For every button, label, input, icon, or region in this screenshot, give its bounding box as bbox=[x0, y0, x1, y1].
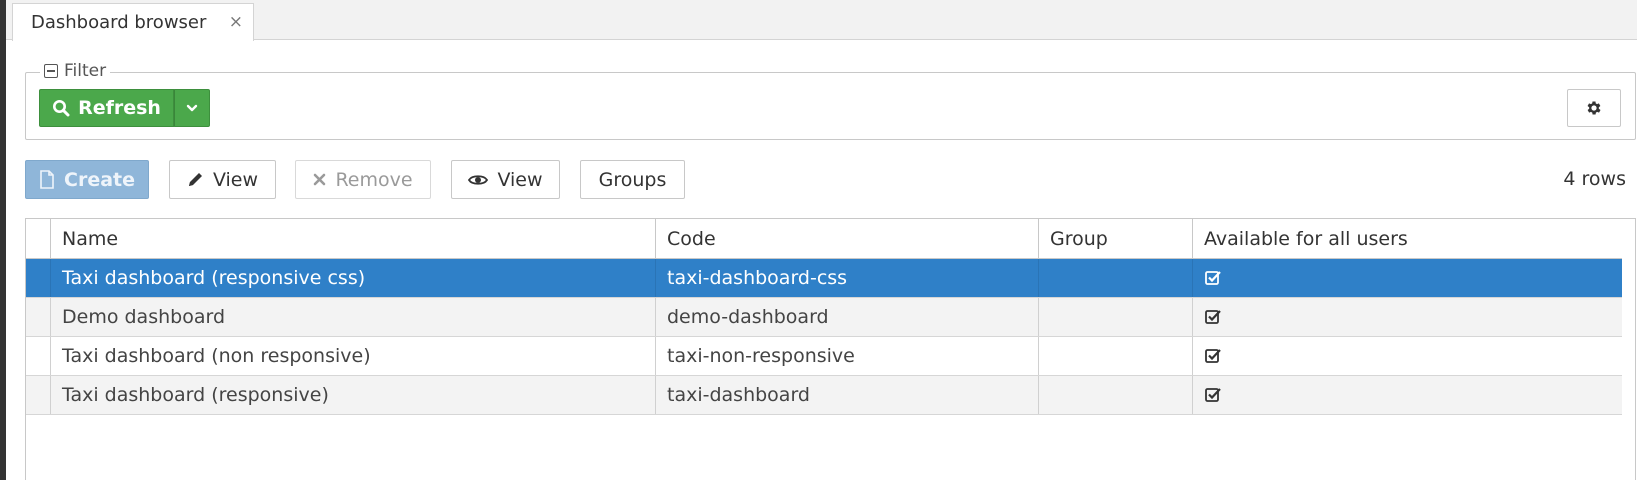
groups-button[interactable]: Groups bbox=[580, 160, 685, 199]
create-label: Create bbox=[64, 168, 135, 191]
tab-bar: Dashboard browser × bbox=[6, 0, 1637, 41]
checkbox-checked-icon bbox=[1205, 349, 1221, 363]
cell-name: Taxi dashboard (responsive) bbox=[51, 376, 656, 414]
window-edge bbox=[0, 0, 6, 480]
cell-group bbox=[1039, 298, 1193, 336]
checkbox-checked-icon bbox=[1205, 388, 1221, 402]
cell-code: taxi-non-responsive bbox=[656, 337, 1039, 375]
cell-name: Taxi dashboard (responsive css) bbox=[51, 259, 656, 297]
remove-button[interactable]: Remove bbox=[295, 160, 431, 199]
remove-label: Remove bbox=[335, 168, 413, 191]
refresh-dropdown-button[interactable] bbox=[174, 89, 210, 127]
table-row[interactable]: Taxi dashboard (responsive css) taxi-das… bbox=[26, 259, 1622, 298]
collapse-icon[interactable] bbox=[44, 64, 58, 78]
cell-group bbox=[1039, 376, 1193, 414]
filter-legend[interactable]: Filter bbox=[40, 61, 111, 81]
view-button[interactable]: View bbox=[451, 160, 560, 199]
cell-name: Taxi dashboard (non responsive) bbox=[51, 337, 656, 375]
refresh-button[interactable]: Refresh bbox=[39, 89, 174, 127]
view-label: View bbox=[497, 168, 543, 191]
groups-label: Groups bbox=[598, 168, 667, 191]
column-header-code[interactable]: Code bbox=[656, 219, 1039, 259]
close-icon[interactable]: × bbox=[229, 12, 243, 32]
refresh-button-group: Refresh bbox=[39, 89, 210, 127]
search-icon bbox=[53, 100, 70, 117]
cell-code: taxi-dashboard bbox=[656, 376, 1039, 414]
column-header-available[interactable]: Available for all users bbox=[1193, 219, 1622, 259]
checkbox-checked-icon bbox=[1205, 271, 1221, 285]
filter-panel bbox=[25, 72, 1636, 140]
table-row[interactable]: Demo dashboard demo-dashboard bbox=[26, 298, 1622, 337]
table-row[interactable]: Taxi dashboard (non responsive) taxi-non… bbox=[26, 337, 1622, 376]
row-selector[interactable] bbox=[26, 376, 51, 414]
create-button[interactable]: Create bbox=[25, 160, 149, 199]
column-header-group[interactable]: Group bbox=[1039, 219, 1193, 259]
filter-label: Filter bbox=[64, 61, 107, 81]
settings-button[interactable] bbox=[1567, 89, 1621, 127]
table-header: Name Code Group Available for all users bbox=[26, 219, 1622, 259]
file-icon bbox=[40, 170, 54, 189]
tab-dashboard-browser[interactable]: Dashboard browser × bbox=[12, 3, 254, 41]
cell-code: demo-dashboard bbox=[656, 298, 1039, 336]
row-selector[interactable] bbox=[26, 259, 51, 297]
table-row[interactable]: Taxi dashboard (responsive) taxi-dashboa… bbox=[26, 376, 1622, 415]
cell-code: taxi-dashboard-css bbox=[656, 259, 1039, 297]
rows-count: 4 rows bbox=[1563, 168, 1626, 190]
chevron-down-icon bbox=[186, 104, 198, 112]
pencil-icon bbox=[188, 173, 202, 186]
cell-group bbox=[1039, 259, 1193, 297]
edit-view-label: View bbox=[212, 168, 259, 191]
cell-available bbox=[1193, 298, 1622, 336]
close-icon bbox=[314, 173, 326, 186]
tab-label: Dashboard browser bbox=[31, 12, 207, 33]
column-header-name[interactable]: Name bbox=[51, 219, 656, 259]
gear-icon bbox=[1587, 101, 1601, 115]
cell-group bbox=[1039, 337, 1193, 375]
cell-available bbox=[1193, 337, 1622, 375]
checkbox-checked-icon bbox=[1205, 310, 1221, 324]
refresh-label: Refresh bbox=[78, 97, 161, 119]
header-selector-column bbox=[26, 219, 51, 259]
eye-icon bbox=[468, 174, 489, 185]
cell-available bbox=[1193, 376, 1622, 414]
dashboards-table: Name Code Group Available for all users … bbox=[25, 218, 1636, 480]
cell-available bbox=[1193, 259, 1622, 297]
edit-view-button[interactable]: View bbox=[169, 160, 276, 199]
row-selector[interactable] bbox=[26, 337, 51, 375]
cell-name: Demo dashboard bbox=[51, 298, 656, 336]
row-selector[interactable] bbox=[26, 298, 51, 336]
